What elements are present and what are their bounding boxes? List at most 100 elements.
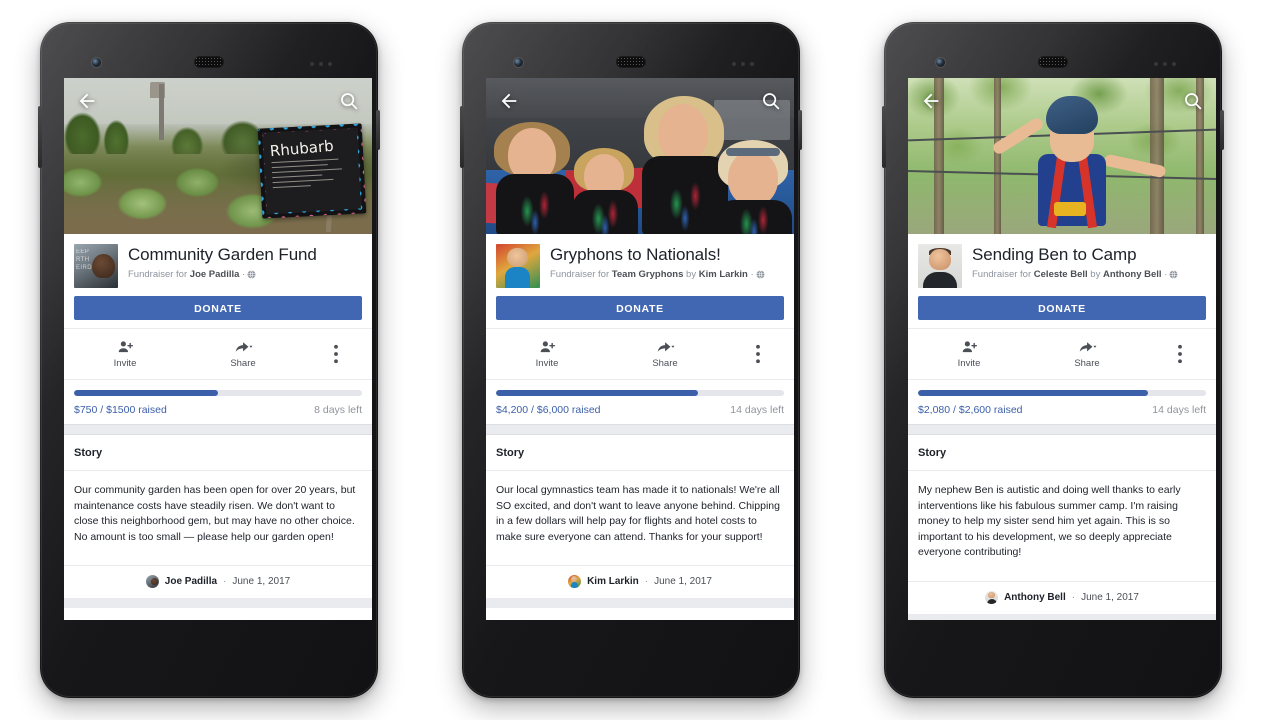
days-left-text: 8 days left [314,404,362,416]
subtitle-prefix: Fundraiser for [972,269,1032,280]
phone-device-2: Gryphons to Nationals! Fundraiser for Te… [460,22,802,698]
power-button[interactable] [798,110,802,150]
donate-button[interactable]: DONATE [496,296,784,320]
overflow-kebab-icon [333,344,339,364]
fundraiser-card-1: EEP RTH EIRD Community Garden Fund Fundrai… [64,234,372,424]
beneficiary-name[interactable]: Team Gryphons [612,269,684,280]
kim-larkin-avatar[interactable] [496,244,540,288]
front-camera-icon [92,58,101,67]
subtitle-prefix: Fundraiser for [550,269,610,280]
invite-person-add-icon [961,339,978,356]
story-date: June 1, 2017 [1081,591,1139,603]
overflow-kebab-icon [755,344,761,364]
share-label: Share [1074,358,1100,369]
overflow-menu-button[interactable] [1146,344,1214,364]
overflow-menu-button[interactable] [302,344,370,364]
beneficiary-name[interactable]: Joe Padilla [190,269,240,280]
amount-raised-text[interactable]: $750 / $1500 raised [74,404,167,416]
action-bar: Invite Share [64,328,372,379]
by-prefix: by [686,269,697,280]
story-author-row: Anthony Bell · June 1, 2017 [908,580,1216,614]
story-card-2: Story Our local gymnastics team has made… [486,435,794,598]
share-action-button[interactable]: Share [1028,339,1146,369]
invite-action-button[interactable]: Invite [910,339,1028,369]
proximity-sensors-icon [732,62,754,66]
search-icon[interactable] [338,90,360,112]
volume-rocker-button[interactable] [38,106,42,168]
amount-raised-text[interactable]: $4,200 / $6,000 raised [496,404,601,416]
back-arrow-icon[interactable] [920,90,942,112]
story-text: My nephew Ben is autistic and doing well… [918,484,1181,558]
donate-button-wrap: DONATE [486,288,794,328]
search-icon[interactable] [1182,90,1204,112]
power-button[interactable] [376,110,380,150]
action-bar: Invite Share [908,328,1216,379]
anthony-bell-mini-avatar [985,590,999,604]
donate-button[interactable]: DONATE [74,296,362,320]
back-arrow-icon[interactable] [498,90,520,112]
overflow-menu-button[interactable] [724,344,792,364]
share-action-button[interactable]: Share [606,339,724,369]
screen-bottom-filler [908,613,1216,620]
story-heading: Story [64,435,372,471]
back-arrow-icon[interactable] [76,90,98,112]
fundraiser-title-block: EEP RTH EIRD Community Garden Fund Fundrai… [64,234,372,288]
invite-label: Invite [113,358,137,369]
invite-action-button[interactable]: Invite [66,339,184,369]
power-button[interactable] [1220,110,1224,150]
story-date: June 1, 2017 [654,576,712,587]
proximity-sensors-icon [1154,62,1176,66]
earpiece-speaker-icon [616,56,646,68]
invite-action-button[interactable]: Invite [488,339,606,369]
fundraiser-subtitle: Fundraiser for Celeste Bell by Anthony B… [972,268,1206,284]
progress-track [496,390,784,396]
front-camera-icon [936,58,945,67]
story-text: Our local gymnastics team has made it to… [496,484,780,543]
anthony-bell-avatar[interactable] [918,244,962,288]
share-arrow-icon [1078,339,1097,356]
story-separator: · [644,576,649,587]
joe-padilla-avatar[interactable]: EEP RTH EIRD [74,244,118,288]
story-date: June 1, 2017 [232,576,291,587]
hero-image-3 [908,78,1216,234]
story-card-3: Story My nephew Ben is autistic and doin… [908,435,1216,614]
invite-label: Invite [535,358,559,369]
organizer-name[interactable]: Anthony Bell [1103,269,1162,280]
share-label: Share [652,358,678,369]
hero-topbar [486,78,794,122]
earpiece-speaker-icon [194,56,224,68]
days-left-text: 14 days left [730,404,784,416]
story-text: Our community garden has been open for o… [74,484,356,543]
story-author-name[interactable]: Kim Larkin [587,576,639,587]
fundraiser-title: Sending Ben to Camp [972,245,1137,264]
story-author-name[interactable]: Anthony Bell [1004,592,1066,603]
fundraiser-title-block: Gryphons to Nationals! Fundraiser for Te… [486,234,794,288]
donate-button-wrap: DONATE [908,288,1216,328]
story-heading: Story [908,435,1216,471]
fundraiser-title-block: Sending Ben to Camp Fundraiser for Celes… [908,234,1216,288]
story-author-row: Kim Larkin · June 1, 2017 [486,565,794,598]
organizer-name[interactable]: Kim Larkin [699,269,748,280]
progress-section: $4,200 / $6,000 raised 14 days left [486,379,794,424]
by-prefix: by [1090,269,1101,280]
fundraiser-title: Gryphons to Nationals! [550,245,721,264]
fundraiser-subtitle: Fundraiser for Team Gryphons by Kim Lark… [550,268,784,284]
story-author-name[interactable]: Joe Padilla [165,576,217,587]
phone-device-1: Rhubarb EEP RTH EIRD Community Garden Fu… [38,22,380,698]
hero-image-2 [486,78,794,234]
globe-icon [1169,270,1178,284]
amount-raised-text[interactable]: $2,080 / $2,600 raised [918,404,1023,416]
story-separator: · [1071,591,1076,603]
donate-button[interactable]: DONATE [918,296,1206,320]
volume-rocker-button[interactable] [882,106,886,168]
share-action-button[interactable]: Share [184,339,302,369]
search-icon[interactable] [760,90,782,112]
invite-label: Invite [957,358,981,369]
fundraiser-card-3: Sending Ben to Camp Fundraiser for Celes… [908,234,1216,424]
story-heading: Story [486,435,794,471]
beneficiary-name[interactable]: Celeste Bell [1034,269,1088,280]
phone-screen-3: Sending Ben to Camp Fundraiser for Celes… [908,78,1216,620]
globe-icon [756,270,765,284]
volume-rocker-button[interactable] [460,106,464,168]
story-separator: · [223,576,227,587]
